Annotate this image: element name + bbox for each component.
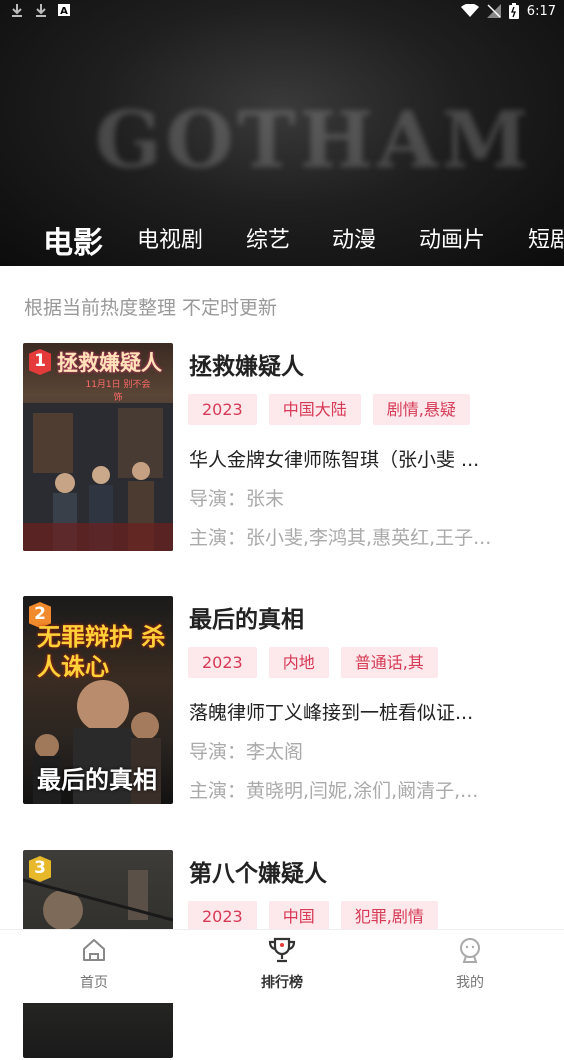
item-title[interactable]: 最后的真相 bbox=[189, 600, 304, 634]
tab-movie[interactable]: 电影 bbox=[43, 218, 103, 262]
ranking-hint: 根据当前热度整理 不定时更新 bbox=[24, 297, 278, 319]
user-icon bbox=[456, 938, 484, 968]
tag-region: 内地 bbox=[268, 647, 329, 678]
item-cast: 主演：黄晓明,闫妮,涂们,阚清子,... bbox=[189, 780, 479, 802]
download-icon bbox=[10, 3, 24, 17]
tag-genre: 普通话,其 bbox=[340, 647, 438, 678]
wifi-icon bbox=[460, 4, 479, 18]
font-icon: A bbox=[58, 4, 70, 16]
home-icon bbox=[80, 939, 108, 968]
tag-year: 2023 bbox=[188, 647, 257, 678]
trophy-icon bbox=[267, 937, 297, 968]
tab-short-drama[interactable]: 短剧 bbox=[528, 222, 564, 254]
category-tabs: 电影 电视剧 综艺 动漫 动画片 短剧 bbox=[0, 210, 564, 266]
poster-badge: 11月1日 别不会饰 bbox=[85, 380, 151, 403]
tab-variety[interactable]: 综艺 bbox=[246, 222, 290, 254]
poster-image[interactable]: 1 拯救嫌疑人 11月1日 别不会饰 bbox=[23, 343, 173, 551]
tag-region: 中国大陆 bbox=[268, 394, 361, 425]
poster-title: 无罪辩护 杀人诛心 bbox=[37, 622, 166, 681]
status-bar: A 6:17 bbox=[0, 0, 564, 24]
status-time: 6:17 bbox=[526, 3, 556, 19]
item-title[interactable]: 拯救嫌疑人 bbox=[189, 347, 304, 381]
rank-badge: 3 bbox=[29, 856, 51, 882]
tab-tv-series[interactable]: 电视剧 bbox=[137, 222, 203, 254]
rank-badge: 1 bbox=[29, 349, 51, 375]
tag-year: 2023 bbox=[188, 394, 257, 425]
item-description: 落魄律师丁义峰接到一桩看似证... bbox=[189, 702, 474, 724]
hero-watermark: GOTHAM bbox=[95, 95, 533, 186]
poster-image[interactable]: 2 无罪辩护 杀人诛心 最后的真相 bbox=[23, 596, 173, 804]
download-icon bbox=[34, 3, 48, 17]
tab-cartoon[interactable]: 动画片 bbox=[419, 222, 485, 254]
svg-text:A: A bbox=[60, 6, 68, 16]
hero-banner: GOTHAM A 6:17 电影 电视剧 综艺 动漫 动画片 短剧 bbox=[0, 0, 564, 266]
nav-home[interactable]: 首页 bbox=[54, 936, 134, 992]
nav-profile-label: 我的 bbox=[456, 975, 484, 991]
tag-list: 2023 中国大陆 剧情,悬疑 bbox=[188, 394, 470, 425]
item-director: 导演：李太阁 bbox=[189, 741, 304, 763]
signal-icon bbox=[486, 4, 501, 18]
battery-icon bbox=[508, 3, 519, 19]
nav-ranking[interactable]: 排行榜 bbox=[242, 936, 322, 992]
nav-profile[interactable]: 我的 bbox=[430, 936, 510, 992]
tag-list: 2023 中国 犯罪,剧情 bbox=[188, 901, 438, 932]
nav-ranking-label: 排行榜 bbox=[261, 975, 303, 991]
tag-year: 2023 bbox=[188, 901, 257, 932]
bottom-navigation: 首页 排行榜 我的 bbox=[0, 929, 564, 1003]
list-item[interactable]: 2 无罪辩护 杀人诛心 最后的真相 最后的真相 2023 内地 普通话,其 落魄… bbox=[0, 596, 564, 806]
tag-genre: 犯罪,剧情 bbox=[340, 901, 438, 932]
item-cast: 主演：张小斐,李鸿其,惠英红,王子... bbox=[189, 527, 492, 549]
item-director: 导演：张末 bbox=[189, 488, 285, 510]
tag-list: 2023 内地 普通话,其 bbox=[188, 647, 438, 678]
item-description: 华人金牌女律师陈智琪（张小斐 ... bbox=[189, 449, 480, 471]
poster-badge: 最后的真相 bbox=[37, 765, 157, 794]
list-item[interactable]: 1 拯救嫌疑人 11月1日 别不会饰 拯救嫌疑人 2023 中国大陆 剧情,悬疑… bbox=[0, 343, 564, 553]
item-title[interactable]: 第八个嫌疑人 bbox=[189, 854, 327, 888]
nav-home-label: 首页 bbox=[80, 975, 108, 991]
tag-genre: 剧情,悬疑 bbox=[372, 394, 470, 425]
tab-anime[interactable]: 动漫 bbox=[332, 222, 376, 254]
poster-title: 拯救嫌疑人 bbox=[57, 350, 162, 375]
tag-region: 中国 bbox=[268, 901, 329, 932]
